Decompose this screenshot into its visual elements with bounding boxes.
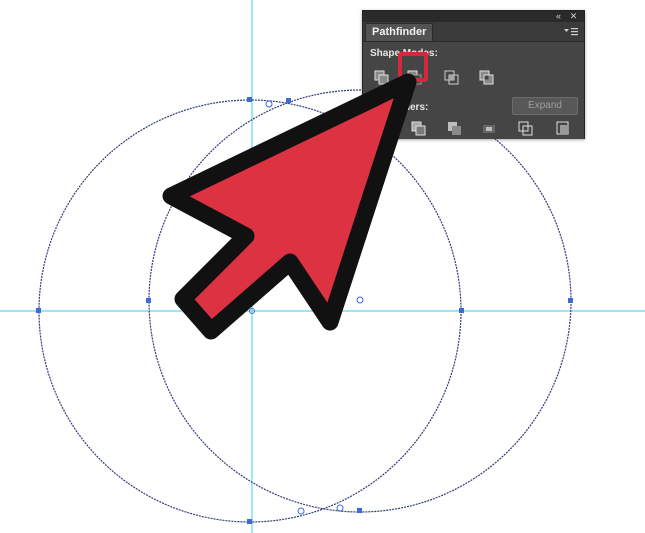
unite-button[interactable] (371, 67, 393, 87)
center-point[interactable] (356, 296, 364, 304)
divide-icon (411, 121, 426, 136)
exclude-button[interactable] (476, 67, 498, 87)
pathfinder-panel: « ✕ Pathfinder Shape Modes: Expand Pathf… (362, 10, 585, 139)
anchor-point[interactable] (36, 308, 41, 313)
anchor-point[interactable] (247, 519, 252, 524)
outline-icon (556, 121, 569, 135)
double-chevron-left-icon[interactable]: « (553, 11, 564, 22)
intersection-point[interactable] (336, 504, 344, 512)
unite-icon (374, 70, 389, 85)
anchor-point[interactable] (357, 508, 362, 513)
intersect-button[interactable] (441, 67, 463, 87)
crop-icon (518, 121, 533, 136)
anchor-point[interactable] (146, 298, 151, 303)
shape-modes-label: Shape Modes: (370, 48, 438, 59)
merge-button[interactable] (478, 119, 500, 139)
trim-icon (448, 122, 461, 135)
merge-icon (483, 125, 495, 133)
panel-body: Shape Modes: Expand Pathfinders: (363, 41, 584, 139)
expand-button[interactable]: Expand (512, 97, 578, 115)
trim-button[interactable] (444, 119, 466, 139)
intersection-point[interactable] (265, 100, 273, 108)
panel-title-bar[interactable]: « ✕ (363, 11, 584, 22)
divide-button[interactable] (408, 119, 430, 139)
anchor-point[interactable] (286, 98, 291, 103)
close-icon[interactable]: ✕ (568, 11, 579, 22)
anchor-point[interactable] (247, 97, 252, 102)
exclude-icon (479, 70, 494, 85)
pathfinders-label: Pathfinders: (370, 102, 429, 113)
crop-button[interactable] (515, 119, 537, 139)
circle-right[interactable] (146, 89, 573, 515)
anchor-point[interactable] (459, 308, 464, 313)
intersect-icon (444, 70, 459, 85)
minus-front-button[interactable] (404, 67, 426, 87)
minus-front-icon (407, 70, 422, 85)
outline-button[interactable] (552, 119, 574, 139)
panel-menu-icon[interactable] (563, 25, 579, 37)
intersection-point[interactable] (297, 507, 305, 515)
anchor-point[interactable] (568, 298, 573, 303)
tab-pathfinder[interactable]: Pathfinder (365, 23, 434, 41)
